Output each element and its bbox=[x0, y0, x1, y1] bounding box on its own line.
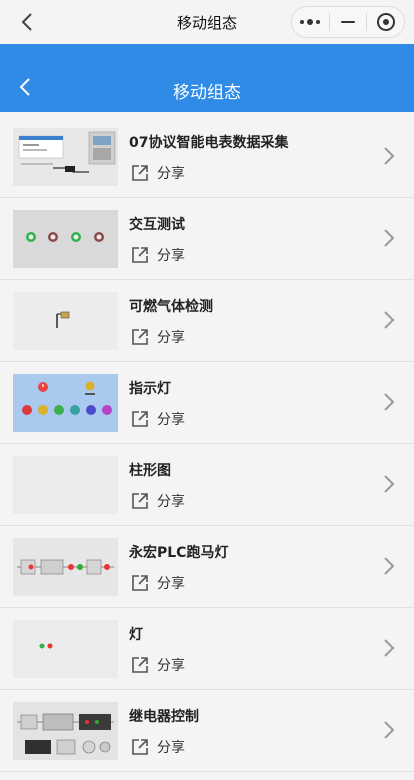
item-title: 交互测试 bbox=[129, 217, 185, 233]
header-title: 移动组态 bbox=[173, 83, 241, 102]
share-label: 分享 bbox=[157, 657, 185, 673]
share-label: 分享 bbox=[157, 247, 185, 263]
item-thumbnail bbox=[13, 456, 118, 514]
chevron-right-icon bbox=[384, 557, 395, 575]
share-icon bbox=[132, 657, 148, 673]
share-button[interactable]: 分享 bbox=[130, 736, 185, 758]
list-item[interactable]: 继电器控制 分享 bbox=[0, 690, 414, 772]
app-header: 移动组态 bbox=[0, 44, 414, 112]
share-icon bbox=[132, 247, 148, 263]
share-icon bbox=[132, 411, 148, 427]
chevron-right-icon bbox=[384, 229, 395, 247]
share-icon bbox=[132, 575, 148, 591]
minimize-button[interactable] bbox=[330, 7, 367, 37]
item-thumbnail bbox=[13, 702, 118, 760]
share-label: 分享 bbox=[157, 575, 185, 591]
item-title: 继电器控制 bbox=[129, 709, 199, 725]
chevron-right-icon bbox=[384, 393, 395, 411]
list-item[interactable]: 灯 分享 bbox=[0, 608, 414, 690]
capsule-menu bbox=[291, 6, 405, 38]
project-list: 07协议智能电表数据采集 分享 交互测试 分享 可燃气体检测 分享 指示灯 分享… bbox=[0, 116, 414, 772]
share-label: 分享 bbox=[157, 739, 185, 755]
list-item[interactable]: 07协议智能电表数据采集 分享 bbox=[0, 116, 414, 198]
share-label: 分享 bbox=[157, 411, 185, 427]
list-item[interactable]: 指示灯 分享 bbox=[0, 362, 414, 444]
chevron-right-icon bbox=[384, 475, 395, 493]
share-icon bbox=[132, 739, 148, 755]
item-title: 07协议智能电表数据采集 bbox=[129, 135, 289, 151]
share-button[interactable]: 分享 bbox=[130, 162, 185, 184]
share-button[interactable]: 分享 bbox=[130, 490, 185, 512]
list-item[interactable]: 永宏PLC跑马灯 分享 bbox=[0, 526, 414, 608]
chevron-right-icon bbox=[384, 311, 395, 329]
list-item[interactable]: 交互测试 分享 bbox=[0, 198, 414, 280]
share-icon bbox=[132, 165, 148, 181]
share-label: 分享 bbox=[157, 493, 185, 509]
chevron-right-icon bbox=[384, 147, 395, 165]
item-thumbnail bbox=[13, 292, 118, 350]
target-close-icon bbox=[376, 13, 395, 31]
more-dots-icon bbox=[300, 19, 321, 25]
share-button[interactable]: 分享 bbox=[130, 654, 185, 676]
item-title: 柱形图 bbox=[129, 463, 171, 479]
share-icon bbox=[132, 329, 148, 345]
item-title: 指示灯 bbox=[129, 381, 171, 397]
share-icon bbox=[132, 493, 148, 509]
share-label: 分享 bbox=[157, 329, 185, 345]
item-title: 可燃气体检测 bbox=[129, 299, 213, 315]
item-thumbnail bbox=[13, 128, 118, 186]
share-button[interactable]: 分享 bbox=[130, 572, 185, 594]
minimize-icon bbox=[341, 21, 355, 23]
list-item[interactable]: 柱形图 分享 bbox=[0, 444, 414, 526]
share-button[interactable]: 分享 bbox=[130, 326, 185, 348]
list-item[interactable]: 可燃气体检测 分享 bbox=[0, 280, 414, 362]
share-label: 分享 bbox=[157, 165, 185, 181]
share-button[interactable]: 分享 bbox=[130, 408, 185, 430]
chevron-right-icon bbox=[384, 639, 395, 657]
item-thumbnail bbox=[13, 538, 118, 596]
more-button[interactable] bbox=[292, 7, 329, 37]
item-title: 灯 bbox=[129, 627, 143, 643]
chevron-right-icon bbox=[384, 721, 395, 739]
item-title: 永宏PLC跑马灯 bbox=[129, 545, 229, 561]
item-thumbnail bbox=[13, 374, 118, 432]
close-button[interactable] bbox=[367, 7, 404, 37]
mini-program-bar: 移动组态 bbox=[0, 0, 414, 44]
share-button[interactable]: 分享 bbox=[130, 244, 185, 266]
item-thumbnail bbox=[13, 620, 118, 678]
item-thumbnail bbox=[13, 210, 118, 268]
